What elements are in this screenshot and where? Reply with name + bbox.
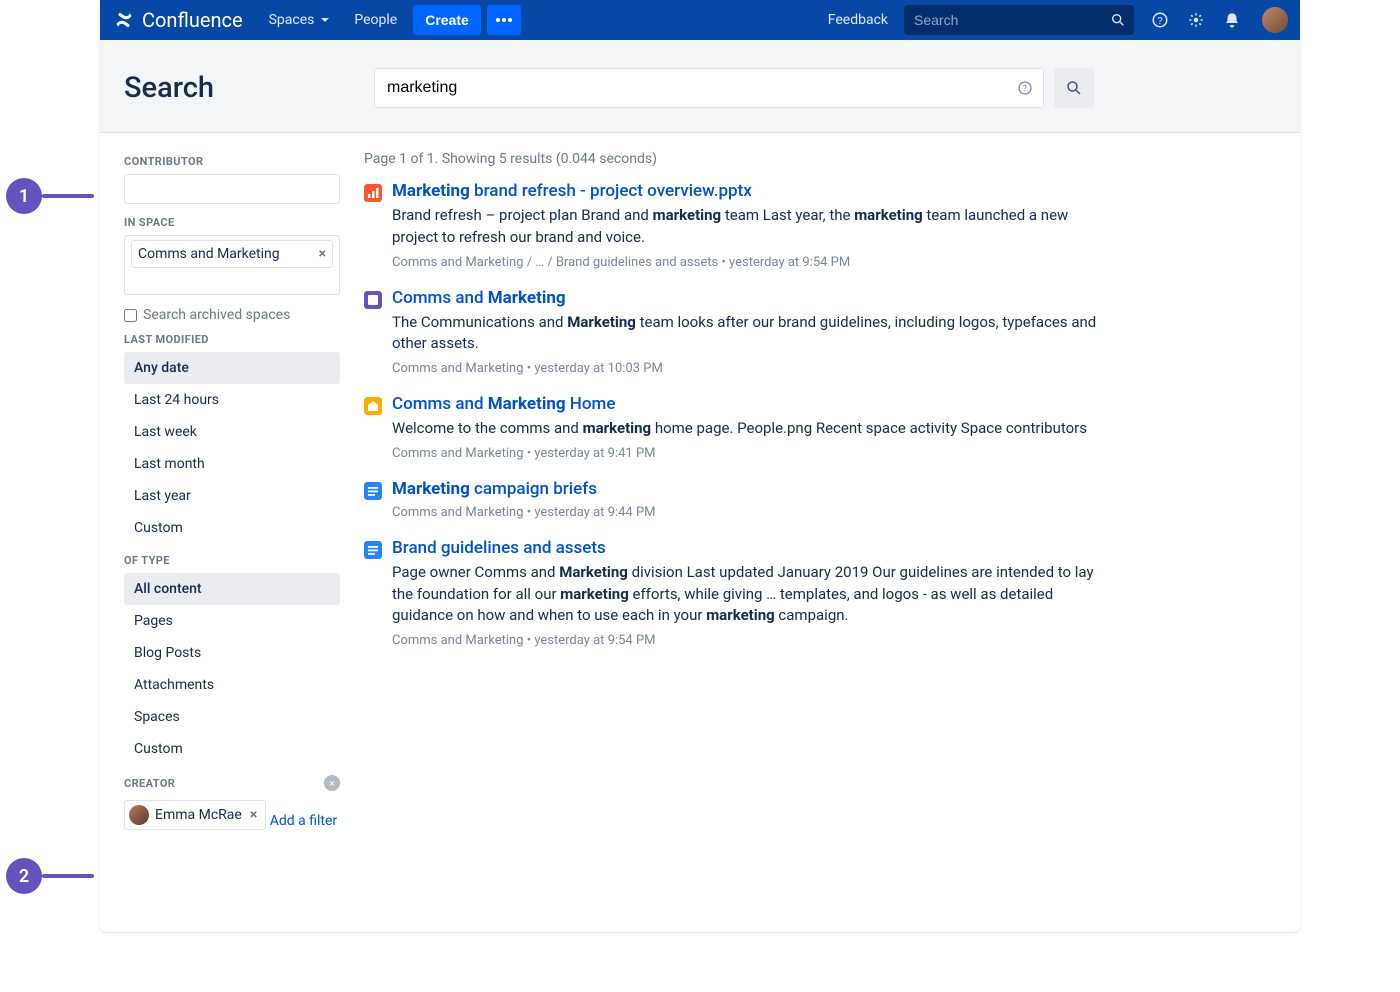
creator-label: CREATOR <box>124 777 175 790</box>
search-result: Brand guidelines and assets Page owner Co… <box>364 538 1276 648</box>
more-menu-button[interactable] <box>487 5 521 35</box>
confluence-icon <box>114 10 134 30</box>
last-modified-options: Any dateLast 24 hoursLast weekLast month… <box>124 352 340 544</box>
filter-option[interactable]: Last month <box>124 448 340 480</box>
gear-icon <box>1187 11 1205 29</box>
filter-option[interactable]: Custom <box>124 512 340 544</box>
topbar-search-input[interactable] <box>912 11 1110 29</box>
result-title[interactable]: Marketing brand refresh - project overvi… <box>392 181 1112 201</box>
result-title[interactable]: Comms and Marketing Home <box>392 394 1112 414</box>
topbar: Confluence Spaces People Create Feedback… <box>100 0 1300 40</box>
search-icon <box>1065 79 1083 97</box>
bell-icon <box>1223 11 1241 29</box>
filter-option[interactable]: Any date <box>124 352 340 384</box>
user-avatar[interactable] <box>1262 7 1288 33</box>
creator-avatar <box>129 805 149 825</box>
contributor-label: CONTRIBUTOR <box>124 155 340 168</box>
result-type-icon <box>364 291 382 309</box>
filter-option[interactable]: Last 24 hours <box>124 384 340 416</box>
filter-option[interactable]: Attachments <box>124 669 340 701</box>
notifications-button[interactable] <box>1214 0 1250 40</box>
search-result: Comms and Marketing The Communications an… <box>364 288 1276 377</box>
svg-text:?: ? <box>1023 84 1027 94</box>
brand-logo[interactable]: Confluence <box>100 8 257 32</box>
result-title[interactable]: Comms and Marketing <box>392 288 1112 308</box>
remove-creator-chip[interactable]: × <box>250 807 257 823</box>
result-title[interactable]: Marketing campaign briefs <box>392 479 1112 499</box>
search-result: Comms and Marketing Home Welcome to the c… <box>364 394 1276 461</box>
space-chip: Comms and Marketing × <box>131 240 333 268</box>
clear-creator-button[interactable]: × <box>324 775 340 791</box>
annotation-line-2 <box>42 874 94 878</box>
archived-checkbox[interactable] <box>124 309 137 322</box>
result-snippet: The Communications and Marketing team lo… <box>392 312 1112 356</box>
search-results: Page 1 of 1. Showing 5 results (0.044 se… <box>358 133 1300 932</box>
result-snippet: Brand refresh – project plan Brand and m… <box>392 205 1112 249</box>
nav-people-label: People <box>354 12 397 28</box>
creator-chip: Emma McRae × <box>124 800 266 830</box>
result-type-icon <box>364 397 382 415</box>
search-header: Search ? <box>100 40 1300 133</box>
search-heading: Search <box>124 71 354 105</box>
search-result: Marketing campaign briefs Comms and Marke… <box>364 479 1276 520</box>
result-path: Comms and Marketing • yesterday at 9:44 … <box>392 505 1112 520</box>
results-meta: Page 1 of 1. Showing 5 results (0.044 se… <box>364 151 1276 167</box>
result-snippet: Welcome to the comms and marketing home … <box>392 418 1112 440</box>
in-space-label: IN SPACE <box>124 216 340 229</box>
contributor-input[interactable] <box>124 174 340 204</box>
filter-option[interactable]: Spaces <box>124 701 340 733</box>
filter-option[interactable]: All content <box>124 573 340 605</box>
ellipsis-icon <box>496 18 512 22</box>
search-query-input[interactable] <box>374 68 1044 108</box>
space-chip-label: Comms and Marketing <box>138 245 280 263</box>
result-type-icon <box>364 184 382 202</box>
result-path: Comms and Marketing / … / Brand guidelin… <box>392 255 1112 270</box>
filter-option[interactable]: Last week <box>124 416 340 448</box>
creator-name: Emma McRae <box>155 807 242 823</box>
annotation-badge-1: 1 <box>6 178 42 214</box>
result-path: Comms and Marketing • yesterday at 9:54 … <box>392 633 1112 648</box>
filter-option[interactable]: Blog Posts <box>124 637 340 669</box>
in-space-input[interactable]: Comms and Marketing × <box>124 235 340 295</box>
feedback-link[interactable]: Feedback <box>812 12 904 28</box>
result-type-icon <box>364 541 382 559</box>
help-icon: ? <box>1151 11 1169 29</box>
result-type-icon <box>364 482 382 500</box>
result-title[interactable]: Brand guidelines and assets <box>392 538 1112 558</box>
last-modified-label: LAST MODIFIED <box>124 333 340 346</box>
archived-spaces-toggle[interactable]: Search archived spaces <box>124 307 340 323</box>
add-filter-link[interactable]: Add a filter <box>270 813 337 829</box>
nav-spaces-label: Spaces <box>269 12 315 28</box>
remove-space-chip[interactable]: × <box>319 246 326 262</box>
search-help-button[interactable]: ? <box>1016 79 1034 97</box>
search-submit-button[interactable] <box>1054 68 1094 108</box>
topbar-search[interactable] <box>904 5 1134 35</box>
help-button[interactable]: ? <box>1142 0 1178 40</box>
app-window: Confluence Spaces People Create Feedback… <box>100 0 1300 932</box>
filter-option[interactable]: Custom <box>124 733 340 765</box>
archived-label: Search archived spaces <box>143 307 290 323</box>
filter-option[interactable]: Pages <box>124 605 340 637</box>
of-type-label: OF TYPE <box>124 554 340 567</box>
result-path: Comms and Marketing • yesterday at 9:41 … <box>392 446 1112 461</box>
search-result: Marketing brand refresh - project overvi… <box>364 181 1276 270</box>
filter-sidebar: CONTRIBUTOR IN SPACE Comms and Marketing… <box>100 133 358 932</box>
create-button[interactable]: Create <box>413 5 481 35</box>
nav-people[interactable]: People <box>342 0 409 40</box>
annotation-line-1 <box>42 194 94 198</box>
nav-spaces[interactable]: Spaces <box>257 0 343 40</box>
chevron-down-icon <box>320 15 330 25</box>
search-icon <box>1110 12 1126 28</box>
svg-text:?: ? <box>1157 16 1163 27</box>
help-circle-icon: ? <box>1016 79 1034 97</box>
of-type-options: All contentPagesBlog PostsAttachmentsSpa… <box>124 573 340 765</box>
result-path: Comms and Marketing • yesterday at 10:03… <box>392 361 1112 376</box>
result-snippet: Page owner Comms and Marketing division … <box>392 562 1112 627</box>
annotation-badge-2: 2 <box>6 858 42 894</box>
filter-option[interactable]: Last year <box>124 480 340 512</box>
settings-button[interactable] <box>1178 0 1214 40</box>
brand-name: Confluence <box>142 8 243 32</box>
